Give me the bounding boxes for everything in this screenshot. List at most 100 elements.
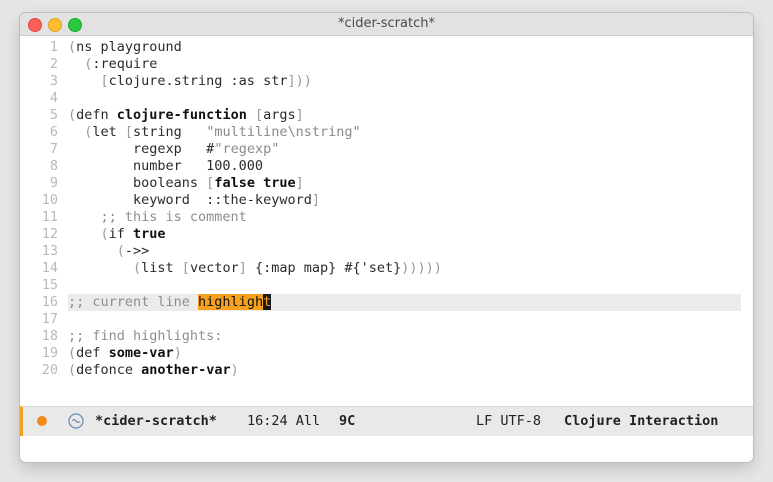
code-line[interactable]: 19 (def some-var) [20,345,753,362]
line-number: 18 [41,328,58,344]
code-token: [ [68,73,109,89]
code-token: defn [76,107,117,123]
code-token: list [141,260,182,276]
code-line[interactable]: 14 (list [vector] {:map map} #{'set}))))… [20,260,753,277]
code-text[interactable]: (ns playground [68,39,741,56]
line-number: 2 [49,56,58,72]
code-token: ])) [287,73,312,89]
code-token: [ [124,124,134,140]
line-number: 12 [41,226,58,242]
code-text[interactable]: (defonce another-var) [68,362,741,379]
line-number: 10 [41,192,58,208]
code-line[interactable]: 1 (ns playground [20,39,753,56]
code-token: ( [68,260,142,276]
modeline-buffer-name[interactable]: *cider-scratch* [95,407,217,435]
mode-line: *cider-scratch* 16:24 All 9C LF UTF-8 Cl… [20,406,753,436]
code-text[interactable]: booleans [false true] [68,175,741,192]
current-line[interactable]: 16 ;; current line highlight [20,294,753,311]
line-number: 6 [49,124,58,140]
code-token: defonce [76,362,142,378]
window-title: *cider-scratch* [338,16,435,31]
code-token: ) [173,345,182,361]
code-line[interactable]: 15 [20,277,753,294]
code-line[interactable]: 5 (defn clojure-function [args] [20,107,753,124]
title-bar: *cider-scratch* [20,13,753,36]
line-number: 19 [41,345,58,361]
code-line[interactable]: 18 ;; find highlights: [20,328,753,345]
code-token: ] [295,107,304,123]
code-line[interactable]: 11 ;; this is comment [20,209,753,226]
code-token: ( [68,243,125,259]
code-line[interactable]: 9 booleans [false true] [20,175,753,192]
code-text[interactable]: keyword ::the-keyword] [68,192,741,209]
code-token: ;; this is comment [68,209,247,225]
code-text[interactable]: (defn clojure-function [args] [68,107,741,124]
code-token: ( [68,124,93,140]
modeline-encoding[interactable]: LF UTF-8 [476,407,541,435]
code-text[interactable]: ;; current line highlight [68,294,741,311]
code-token: [ [246,107,264,123]
code-token: another-var [141,362,231,378]
code-token: ] [238,260,247,276]
code-token: let [92,124,125,140]
line-number: 15 [41,277,58,293]
code-token: if [108,226,134,242]
editor-buffer[interactable]: 1 (ns playground 2 (:require 3 [clojure.str… [20,36,753,406]
code-text[interactable]: (:require [68,56,741,73]
code-text[interactable]: number 100.000 [68,158,741,175]
code-token: ] [311,192,320,208]
code-token: ) [230,362,239,378]
code-line[interactable]: 10 keyword ::the-keyword] [20,192,753,209]
code-line[interactable]: 8 number 100.000 [20,158,753,175]
code-token: number 100.000 [68,158,264,174]
code-line[interactable]: 3 [clojure.string :as str])) [20,73,753,90]
code-text[interactable]: regexp #"regexp" [68,141,741,158]
line-number: 17 [41,311,58,327]
code-text[interactable]: (list [vector] {:map map} #{'set}))))) [68,260,741,277]
line-number: 7 [49,141,58,157]
code-line[interactable]: 17 [20,311,753,328]
code-token: ( [68,345,77,361]
code-token: true [133,226,166,242]
code-token: ( [68,56,93,72]
code-line[interactable]: 4 [20,90,753,107]
code-token: regexp # [68,141,215,157]
code-token: ;; find highlights: [68,328,223,344]
emacs-window: *cider-scratch* 1 (ns playground 2 (:requi… [20,13,753,462]
code-line[interactable]: 6 (let [string "multiline\nstring" [20,124,753,141]
code-token: :require [92,56,158,72]
line-number: 3 [49,73,58,89]
code-line[interactable]: 13 (->> [20,243,753,260]
code-token: ( [68,362,77,378]
minibuffer[interactable] [20,436,753,462]
code-token: {:map map} #{'set} [246,260,402,276]
code-token: false true [214,175,296,191]
code-token: clojure.string :as str [108,73,288,89]
code-token: "multiline\nstring" [206,124,361,140]
code-text[interactable]: (let [string "multiline\nstring" [68,124,741,141]
modeline-position: 16:24 All [247,413,321,429]
code-text[interactable]: ;; this is comment [68,209,741,226]
code-text[interactable]: [clojure.string :as str])) [68,73,741,90]
code-line[interactable]: 7 regexp #"regexp" [20,141,753,158]
code-text[interactable]: (if true [68,226,741,243]
code-text[interactable]: (->> [68,243,741,260]
code-line[interactable]: 12 (if true [20,226,753,243]
code-token: ns playground [76,39,182,55]
code-token: vector [189,260,239,276]
code-text[interactable]: (def some-var) [68,345,741,362]
code-text[interactable]: ;; find highlights: [68,328,741,345]
code-token: ->> [124,243,150,259]
code-token: ] [295,175,304,191]
code-token: ( [68,107,77,123]
code-line[interactable]: 2 (:require [20,56,753,73]
code-token: [ [181,260,190,276]
line-number: 16 [41,294,58,310]
code-token: ;; current line [68,294,199,310]
code-token: ))))) [401,260,442,276]
code-token: def [76,345,109,361]
modified-indicator-icon [37,416,47,426]
code-line[interactable]: 20 (defonce another-var) [20,362,753,379]
modeline-major-mode[interactable]: Clojure Interaction [564,407,718,435]
code-token: args [263,107,296,123]
